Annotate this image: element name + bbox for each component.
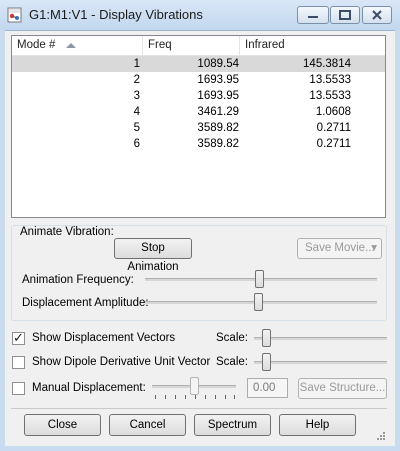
column-header-label: Freq	[148, 39, 172, 51]
manual-displacement-ticks	[155, 395, 235, 401]
close-icon	[372, 10, 382, 20]
freq-cell: 3589.82	[197, 122, 239, 134]
save-structure-button[interactable]: Save Structure...	[298, 378, 387, 399]
table-row[interactable]: 1 1089.54 145.3814	[12, 56, 385, 72]
mode-cell: 1	[133, 58, 140, 70]
column-header-infrared[interactable]: Infrared	[240, 36, 385, 55]
close-button[interactable]: Close	[24, 414, 101, 436]
stop-animation-button[interactable]: Stop Animation	[114, 238, 192, 273]
animation-frequency-label: Animation Frequency:	[22, 274, 134, 286]
column-header-freq[interactable]: Freq	[143, 36, 240, 55]
save-movie-button[interactable]: Save Movie... ▾	[297, 238, 382, 259]
freq-cell: 1693.95	[197, 90, 239, 102]
mode-cell: 4	[133, 106, 140, 118]
dipole-scale-slider[interactable]	[262, 353, 271, 371]
column-header-mode[interactable]: Mode #	[12, 36, 143, 55]
infrared-cell: 0.2711	[316, 138, 351, 150]
show-displacement-vectors-checkbox[interactable]: ✓	[12, 330, 25, 345]
separator	[11, 408, 387, 409]
spectrum-button[interactable]: Spectrum	[194, 414, 271, 436]
mode-cell: 6	[133, 138, 140, 150]
table-row[interactable]: 6 3589.82 0.2711	[12, 136, 385, 152]
mode-cell: 3	[133, 90, 140, 102]
infrared-cell: 145.3814	[303, 58, 351, 70]
show-displacement-vectors-label: Show Displacement Vectors	[32, 332, 176, 344]
infrared-cell: 1.0608	[315, 106, 351, 118]
window-title: G1:M1:V1 - Display Vibrations	[29, 7, 203, 22]
displacement-amplitude-slider[interactable]	[254, 293, 263, 311]
freq-cell: 3589.82	[197, 138, 239, 150]
freq-cell: 1693.95	[197, 74, 239, 86]
dipole-scale-track	[254, 361, 387, 364]
column-header-label: Infrared	[245, 39, 285, 51]
checkmark-icon: ✓	[13, 330, 24, 345]
column-header-label: Mode #	[17, 39, 56, 51]
close-window-button[interactable]	[362, 6, 392, 24]
sort-ascending-icon	[66, 43, 76, 48]
dipole-scale-label: Scale:	[216, 356, 248, 368]
animation-frequency-slider[interactable]	[255, 270, 264, 288]
table-header: Mode # Freq Infrared	[12, 36, 385, 56]
vectors-scale-track	[254, 337, 387, 340]
show-dipole-derivative-checkbox[interactable]	[12, 356, 25, 369]
save-movie-label: Save Movie...	[305, 242, 375, 254]
table-row[interactable]: 3 1693.95 13.5533	[12, 88, 385, 104]
displacement-amplitude-label: Displacement Amplitude:	[22, 297, 149, 309]
maximize-button[interactable]	[330, 6, 360, 24]
modes-table[interactable]: Mode # Freq Infrared 1 1089.54 145.3814 …	[11, 35, 386, 218]
window-frame-left	[0, 30, 5, 451]
manual-displacement-slider[interactable]	[190, 377, 199, 395]
manual-displacement-input[interactable]: 0.00	[247, 378, 288, 398]
window-frame-right	[395, 30, 400, 451]
dropdown-arrow-icon: ▾	[371, 242, 377, 254]
table-row[interactable]: 2 1693.95 13.5533	[12, 72, 385, 88]
table-row[interactable]: 4 3461.29 1.0608	[12, 104, 385, 120]
mode-cell: 5	[133, 122, 140, 134]
freq-cell: 3461.29	[197, 106, 239, 118]
app-icon	[7, 7, 23, 23]
window-frame-bottom	[0, 446, 400, 451]
infrared-cell: 13.5533	[309, 74, 351, 86]
freq-cell: 1089.54	[197, 58, 239, 70]
show-dipole-derivative-label: Show Dipole Derivative Unit Vector	[32, 356, 211, 368]
mode-cell: 2	[133, 74, 140, 86]
manual-displacement-label: Manual Displacement:	[32, 382, 146, 394]
cancel-button[interactable]: Cancel	[109, 414, 186, 436]
title-bar[interactable]: G1:M1:V1 - Display Vibrations	[0, 0, 400, 31]
vectors-scale-slider[interactable]	[262, 329, 271, 347]
minimize-icon	[308, 16, 318, 18]
minimize-button[interactable]	[297, 6, 329, 24]
table-row[interactable]: 5 3589.82 0.2711	[12, 120, 385, 136]
manual-displacement-checkbox[interactable]	[12, 382, 25, 395]
infrared-cell: 13.5533	[309, 90, 351, 102]
animate-vibration-label: Animate Vibration:	[20, 226, 114, 238]
vectors-scale-label: Scale:	[216, 332, 248, 344]
resize-grip-icon[interactable]	[377, 432, 385, 440]
maximize-icon	[339, 10, 351, 20]
infrared-cell: 0.2711	[316, 122, 351, 134]
help-button[interactable]: Help	[279, 414, 356, 436]
